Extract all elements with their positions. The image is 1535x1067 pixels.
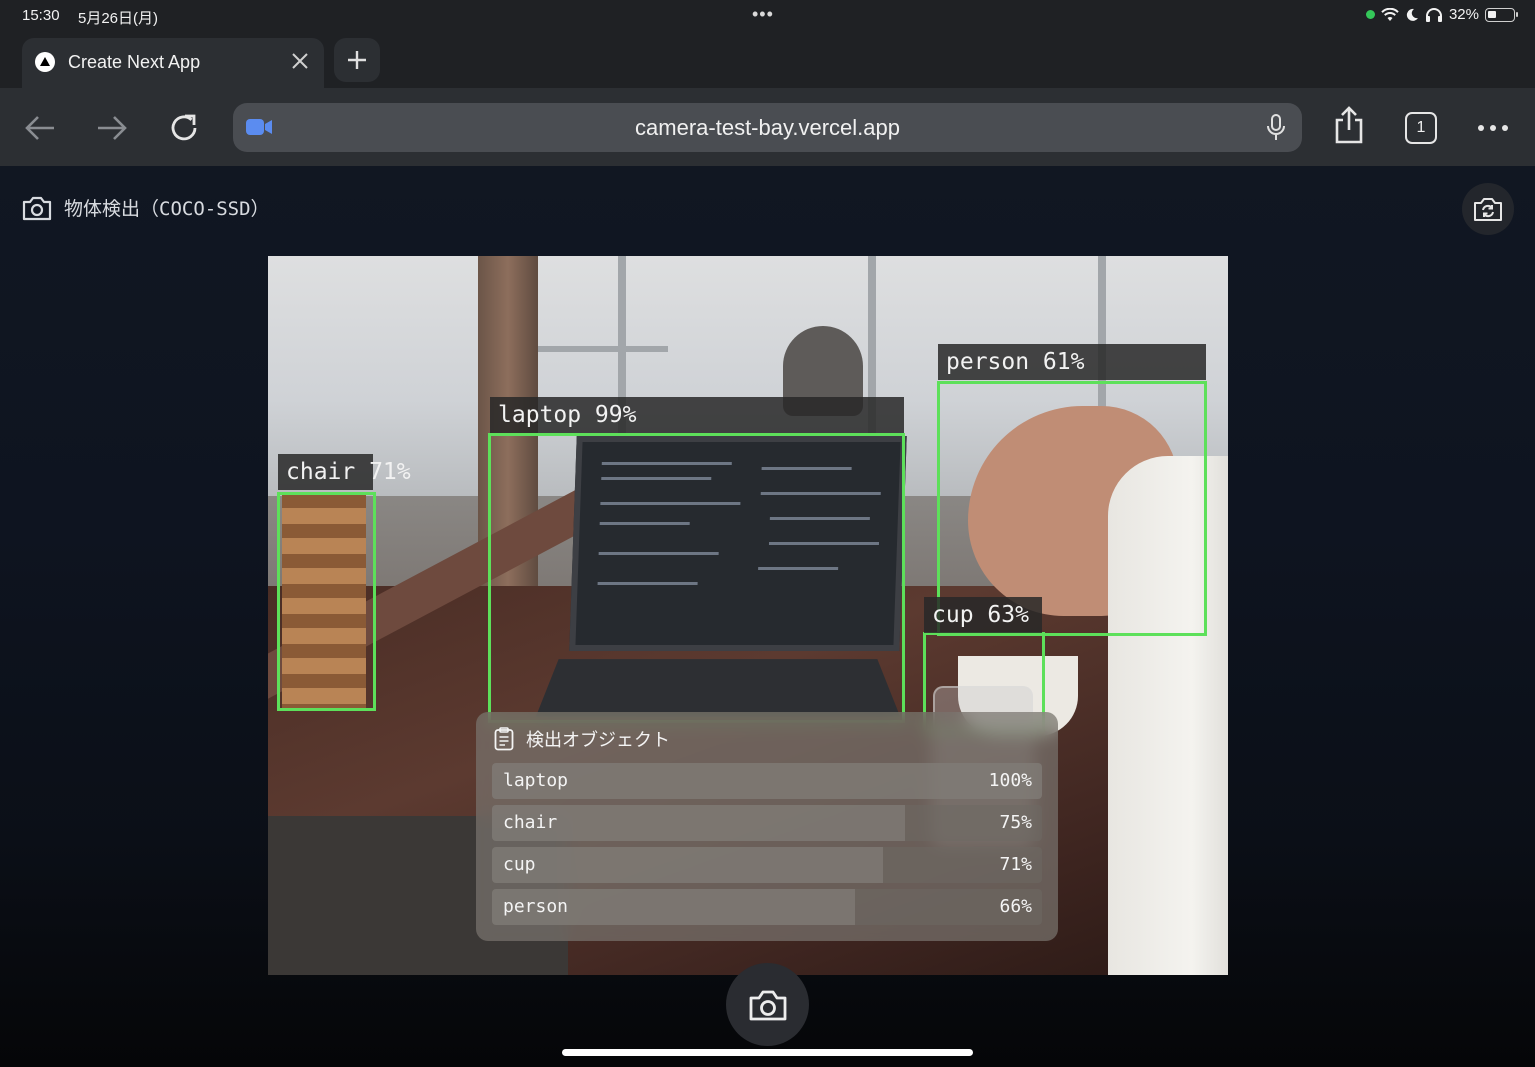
microphone-icon[interactable] bbox=[1266, 114, 1286, 142]
camera-switch-icon bbox=[1474, 198, 1502, 221]
object-row-person: person 66% bbox=[492, 889, 1042, 925]
status-time: 15:30 bbox=[22, 7, 60, 24]
headphones-icon bbox=[1425, 7, 1442, 22]
arrow-left-icon bbox=[25, 116, 54, 140]
share-icon bbox=[1335, 106, 1363, 144]
page-title: 物体検出（COCO-SSD） bbox=[64, 198, 270, 220]
arrow-right-icon bbox=[98, 116, 127, 140]
url-text: camera-test-bay.vercel.app bbox=[635, 115, 900, 140]
forward-button[interactable] bbox=[94, 110, 130, 146]
home-indicator[interactable] bbox=[562, 1049, 973, 1056]
new-tab-button[interactable] bbox=[334, 38, 380, 82]
reload-icon bbox=[171, 114, 197, 141]
reload-button[interactable] bbox=[166, 110, 202, 146]
clipboard-icon bbox=[494, 727, 514, 751]
detection-label-cup: cup 63% bbox=[924, 597, 1042, 633]
multitasking-dots-icon[interactable]: ••• bbox=[752, 4, 774, 25]
switch-camera-button[interactable] bbox=[1462, 183, 1514, 235]
detection-label-laptop: laptop 99% bbox=[490, 397, 904, 433]
camera-in-use-indicator bbox=[1365, 10, 1375, 19]
object-row-laptop: laptop 100% bbox=[492, 763, 1042, 799]
web-page: 物体検出（COCO-SSD） chair 71% laptop 99% pers… bbox=[0, 166, 1535, 1067]
camera-icon bbox=[749, 990, 786, 1020]
object-score: 71% bbox=[999, 854, 1032, 875]
object-score: 75% bbox=[999, 812, 1032, 833]
status-date: 5月26日(月) bbox=[78, 10, 159, 27]
object-name: cup bbox=[503, 854, 536, 875]
detection-box-laptop bbox=[488, 433, 905, 723]
scene-window-frame bbox=[528, 346, 668, 352]
panel-title: 検出オブジェクト bbox=[526, 730, 670, 750]
detected-objects-panel: 検出オブジェクト laptop 100% chair 75% cup 71% p… bbox=[476, 712, 1058, 941]
score-bar bbox=[492, 763, 1042, 799]
page-header: 物体検出（COCO-SSD） bbox=[22, 194, 270, 221]
score-bar bbox=[492, 847, 883, 883]
address-bar[interactable]: camera-test-bay.vercel.app bbox=[233, 103, 1302, 152]
more-menu-button[interactable] bbox=[1474, 110, 1512, 146]
battery-icon bbox=[1485, 7, 1518, 22]
battery-percentage: 32% bbox=[1448, 6, 1479, 23]
object-score: 100% bbox=[988, 770, 1032, 791]
status-bar: 15:30 5月26日(月) ••• 32% bbox=[0, 0, 1535, 32]
plus-icon bbox=[348, 51, 366, 69]
tab-strip: Create Next App bbox=[0, 32, 1535, 88]
capture-button[interactable] bbox=[726, 963, 809, 1046]
battery-level bbox=[1488, 10, 1496, 18]
object-name: person bbox=[503, 896, 569, 917]
moon-icon bbox=[1406, 8, 1418, 21]
detection-label-person: person 61% bbox=[938, 344, 1206, 380]
panel-header: 検出オブジェクト bbox=[494, 726, 670, 752]
vercel-favicon-icon bbox=[35, 52, 55, 72]
browser-tab[interactable]: Create Next App bbox=[22, 38, 324, 88]
object-name: chair bbox=[503, 812, 558, 833]
close-icon[interactable] bbox=[290, 51, 310, 71]
object-name: laptop bbox=[503, 770, 569, 791]
camera-icon bbox=[22, 196, 52, 220]
wifi-icon bbox=[1381, 7, 1399, 21]
tab-switcher-button[interactable]: 1 bbox=[1405, 112, 1437, 144]
status-indicators: 32% bbox=[1365, 6, 1518, 23]
detection-box-chair bbox=[277, 492, 376, 711]
share-button[interactable] bbox=[1331, 106, 1367, 144]
detection-label-chair: chair 71% bbox=[278, 454, 411, 490]
object-score: 66% bbox=[999, 896, 1032, 917]
browser-toolbar: camera-test-bay.vercel.app 1 bbox=[0, 88, 1535, 166]
ellipsis-icon bbox=[1478, 125, 1508, 131]
back-button[interactable] bbox=[22, 110, 58, 146]
object-row-chair: chair 75% bbox=[492, 805, 1042, 841]
object-row-cup: cup 71% bbox=[492, 847, 1042, 883]
tab-title: Create Next App bbox=[68, 52, 201, 72]
